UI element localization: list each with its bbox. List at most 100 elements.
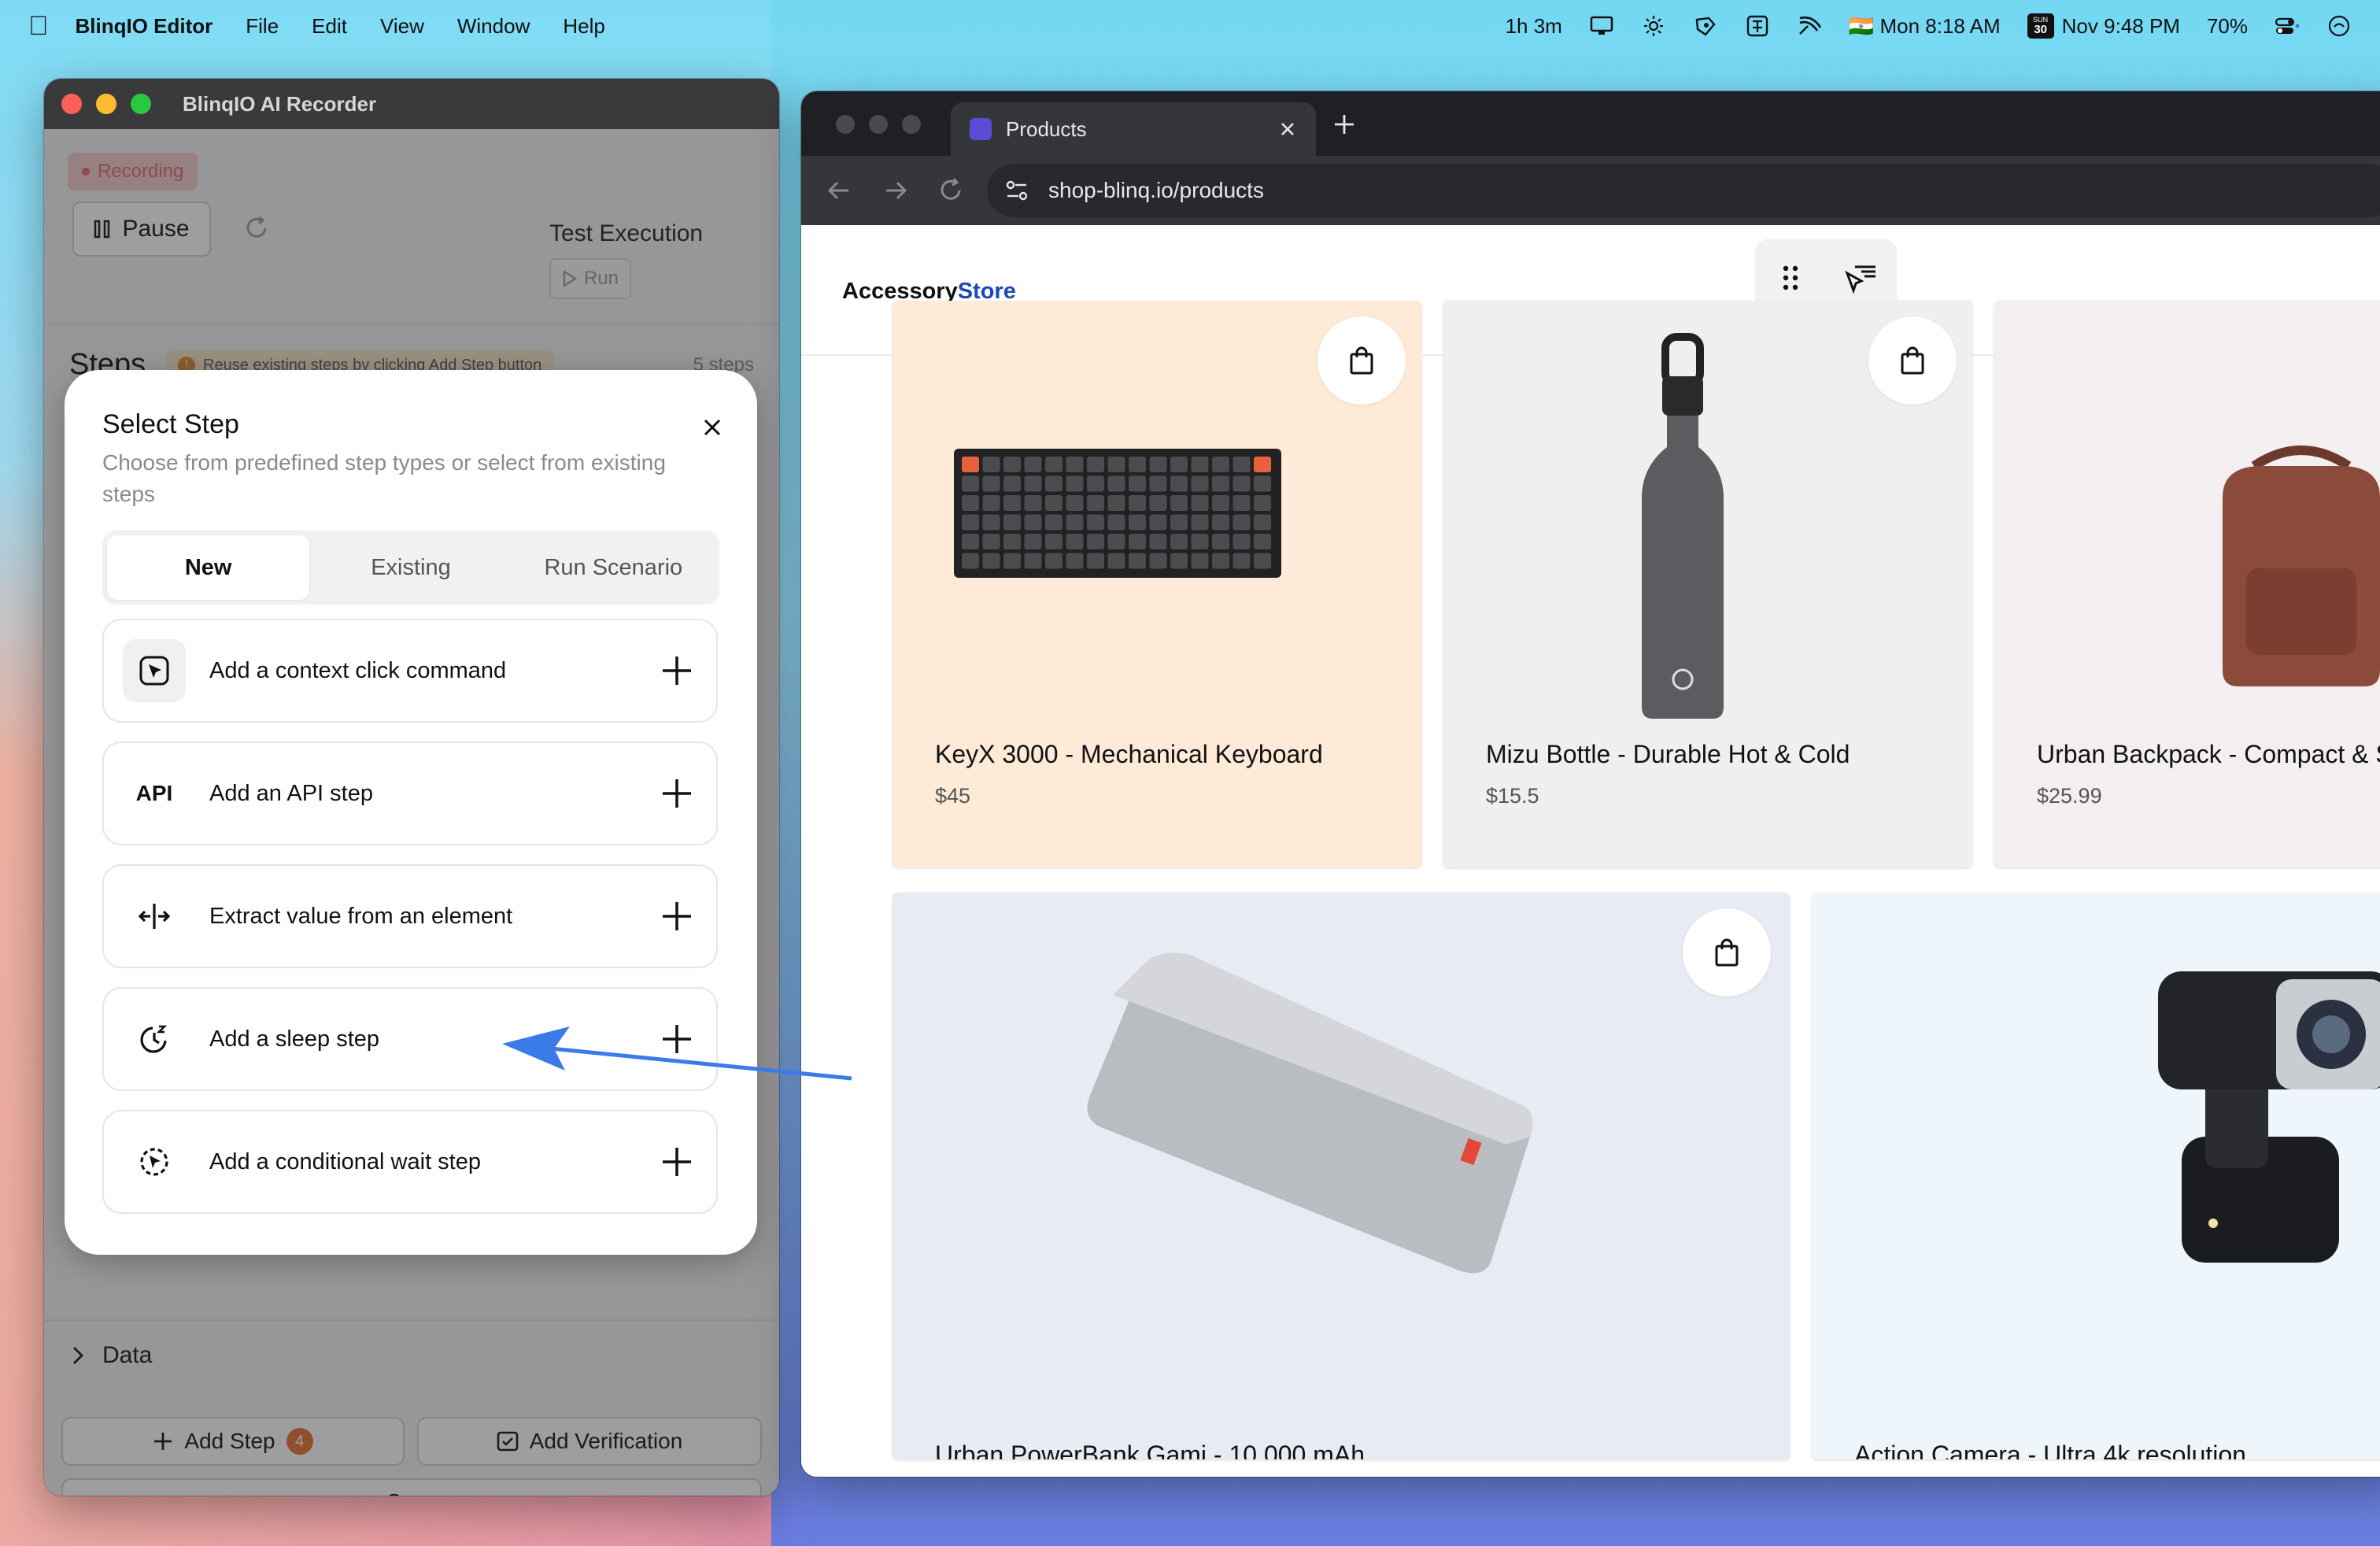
new-tab-icon[interactable]	[1332, 112, 1357, 137]
menubar-calendar[interactable]: SUN 30 Nov 9:48 PM	[2027, 13, 2180, 39]
plus-icon	[663, 1148, 691, 1176]
reload-icon[interactable]	[937, 176, 965, 205]
step-type-tabs: New Existing Run Scenario	[102, 531, 719, 605]
keyboard-key	[982, 553, 1000, 569]
product-name[interactable]: KeyX 3000 - Mechanical Keyboard	[935, 740, 1323, 769]
keyboard-key	[1003, 457, 1021, 472]
site-settings-icon[interactable]	[1003, 176, 1031, 205]
keyboard-key	[1212, 457, 1229, 472]
menu-edit[interactable]: Edit	[312, 14, 347, 39]
shopping-bag-icon	[1901, 346, 1924, 375]
forward-arrow-icon[interactable]	[881, 176, 910, 205]
keyboard-key	[1087, 495, 1104, 511]
product-name[interactable]: Urban PowerBank Gami - 10,000 mAh	[935, 1441, 1365, 1459]
option-context-click[interactable]: Add a context click command	[102, 619, 718, 723]
menu-help[interactable]: Help	[563, 14, 604, 39]
product-price: $45	[935, 784, 971, 808]
keyboard-key	[982, 495, 1000, 511]
product-card-bottle[interactable]: Mizu Bottle - Durable Hot & Cold $15.5	[1443, 301, 1972, 867]
keyboard-key	[1107, 534, 1125, 549]
keyboard-key	[1170, 534, 1188, 549]
add-to-cart-button[interactable]	[1318, 316, 1406, 405]
keyboard-key	[1045, 553, 1062, 569]
battery-percent[interactable]: 70%	[2207, 14, 2248, 39]
screenshot-tool-icon[interactable]	[1693, 15, 1718, 37]
keyboard-key	[1212, 534, 1229, 549]
menubar-flag-time[interactable]: 🇮🇳 Mon 8:18 AM	[1849, 14, 2001, 39]
keyboard-key	[1212, 553, 1229, 569]
close-tab-icon[interactable]	[1278, 120, 1297, 139]
option-api-step[interactable]: API Add an API step	[102, 742, 718, 845]
powerbank-image	[1087, 952, 1533, 1274]
action-camera-image	[2158, 971, 2380, 1263]
plus-icon	[663, 779, 691, 808]
display-icon[interactable]	[1589, 15, 1614, 37]
browser-zoom-button[interactable]	[902, 115, 921, 134]
tab-new[interactable]: New	[107, 535, 310, 600]
brightness-icon[interactable]	[1641, 15, 1666, 37]
option-conditional-wait[interactable]: Add a conditional wait step	[102, 1110, 718, 1214]
select-element-icon[interactable]	[1844, 261, 1879, 295]
menubar-timer[interactable]: 1h 3m	[1506, 14, 1562, 39]
keyboard-key	[1232, 553, 1251, 569]
keyboard-key	[1191, 457, 1209, 472]
browser-minimize-button[interactable]	[869, 115, 888, 134]
menu-view[interactable]: View	[380, 14, 424, 39]
keyboard-key	[1191, 475, 1209, 492]
zoom-window-button[interactable]	[131, 94, 151, 114]
product-card-keyboard[interactable]: KeyX 3000 - Mechanical Keyboard $45	[893, 301, 1421, 867]
keyboard-key	[1087, 475, 1104, 492]
browser-toolbar: shop-blinq.io/products	[801, 156, 2380, 225]
keyboard-key	[1107, 553, 1125, 569]
keyboard-key	[1045, 495, 1062, 511]
keyboard-key	[962, 514, 979, 531]
keyboard-key	[1066, 514, 1084, 531]
app-name-menu[interactable]: BlinqIO Editor	[76, 14, 213, 39]
address-bar[interactable]: shop-blinq.io/products	[987, 164, 2380, 217]
keyboard-key	[1149, 475, 1167, 492]
flag-time-text: Mon 8:18 AM	[1879, 13, 2001, 38]
browser-close-button[interactable]	[836, 115, 855, 134]
browser-tab-title: Products	[1006, 117, 1087, 141]
tab-favicon-icon	[970, 118, 992, 140]
menubar-date-time: Nov 9:48 PM	[2061, 13, 2180, 38]
siri-icon[interactable]	[2326, 15, 2352, 37]
keyboard-key	[962, 495, 979, 511]
product-card-powerbank[interactable]: Urban PowerBank Gami - 10,000 mAh	[893, 893, 1790, 1459]
product-name[interactable]: Action Camera - Ultra 4k resolution	[1854, 1441, 2246, 1459]
keyboard-key	[1232, 495, 1251, 511]
tab-existing[interactable]: Existing	[309, 535, 512, 600]
menu-window[interactable]: Window	[457, 14, 530, 39]
apple-menu-icon[interactable]: 	[28, 13, 49, 39]
option-sleep-step[interactable]: Add a sleep step	[102, 987, 718, 1091]
keyboard-key	[1107, 495, 1125, 511]
option-label: Add an API step	[209, 780, 373, 806]
keyboard-key	[1024, 475, 1042, 492]
select-step-modal: Select Step Choose from predefined step …	[65, 370, 757, 1255]
keyboard-key	[962, 534, 979, 549]
shopping-bag-icon	[1350, 346, 1373, 375]
add-to-cart-button[interactable]	[1868, 316, 1957, 405]
close-icon[interactable]	[699, 414, 726, 441]
drag-handle-icon[interactable]	[1773, 261, 1808, 295]
product-card-action-camera[interactable]: Action Camera - Ultra 4k resolution	[1812, 893, 2380, 1459]
keyboard-key	[1129, 514, 1146, 531]
close-window-button[interactable]	[61, 94, 82, 114]
minimize-window-button[interactable]	[96, 94, 116, 114]
tab-run-scenario[interactable]: Run Scenario	[512, 535, 715, 600]
back-arrow-icon[interactable]	[825, 176, 853, 205]
add-to-cart-button[interactable]	[1683, 908, 1771, 997]
keyboard-key	[1254, 514, 1271, 531]
browser-tab-products[interactable]: Products	[951, 102, 1316, 156]
product-name[interactable]: Urban Backpack - Compact & Stylish	[2037, 740, 2380, 769]
keyboard-key	[1066, 475, 1084, 492]
crop-tool-icon[interactable]	[1745, 15, 1770, 37]
option-extract-value[interactable]: Extract value from an element	[102, 864, 718, 968]
keyboard-key	[1254, 553, 1271, 569]
extract-icon	[123, 885, 186, 948]
product-name[interactable]: Mizu Bottle - Durable Hot & Cold	[1486, 740, 1850, 769]
cast-icon[interactable]	[1797, 15, 1822, 37]
product-card-backpack[interactable]: Urban Backpack - Compact & Stylish $25.9…	[1994, 301, 2380, 867]
menu-file[interactable]: File	[246, 14, 279, 39]
control-center-icon[interactable]	[2275, 15, 2300, 37]
